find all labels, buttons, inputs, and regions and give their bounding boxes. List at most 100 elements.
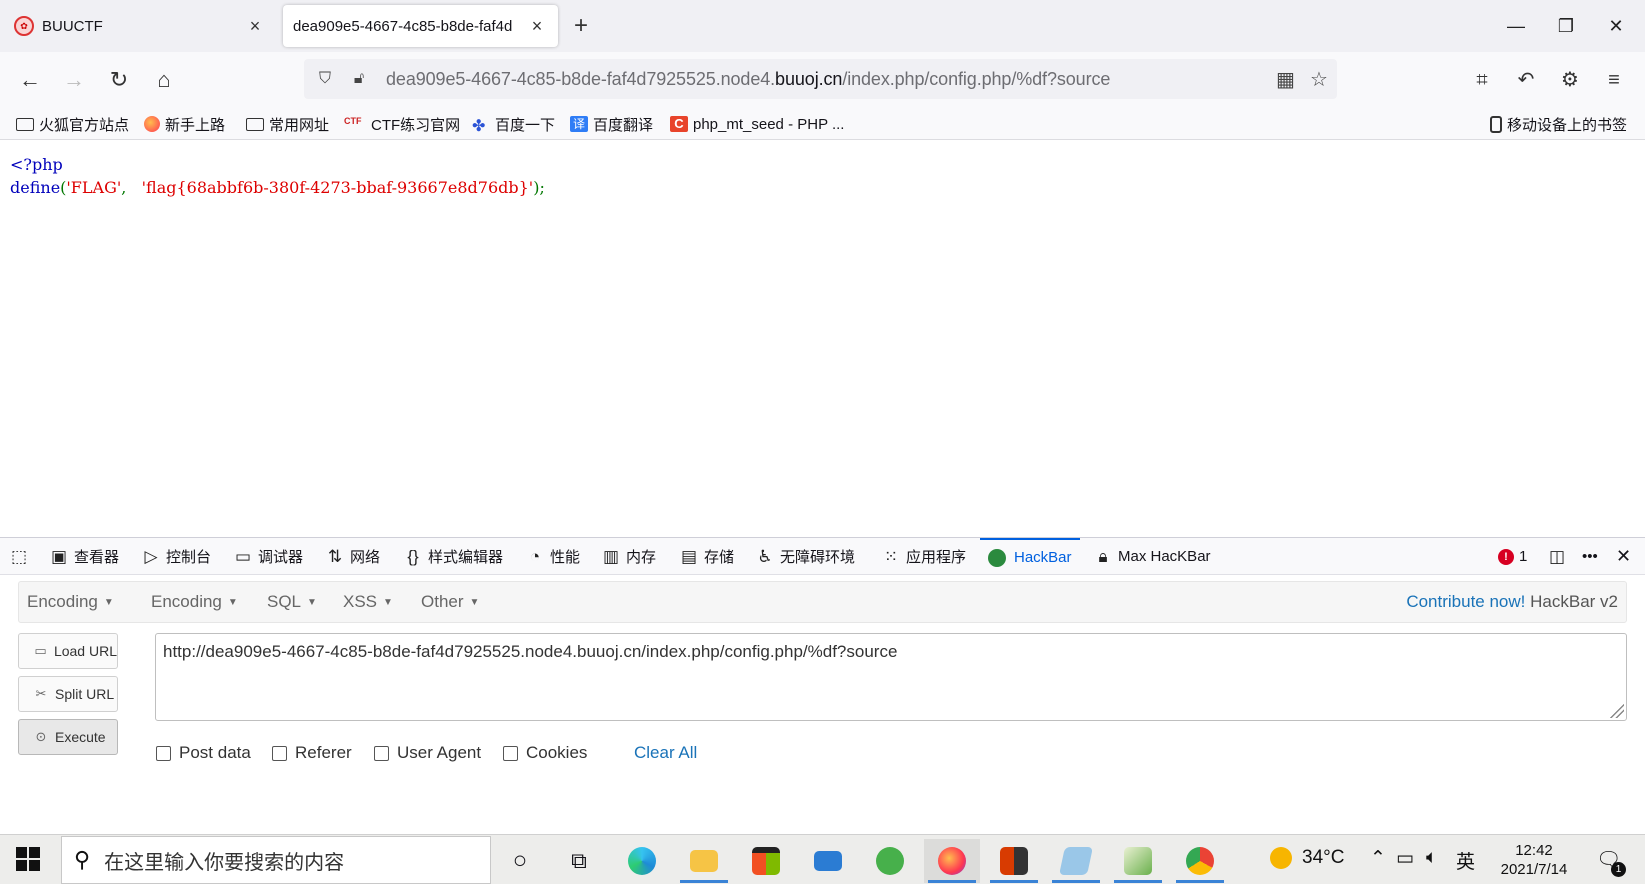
execute-button[interactable]: ⊙ Execute [18,719,118,755]
office-app-icon[interactable] [986,839,1042,883]
task-view-icon[interactable]: ⧉ [551,839,607,883]
tab-accessibility[interactable]: ♿︎ 无障碍环境 [756,538,855,575]
taskbar-search-box[interactable]: ⚲ 在这里输入你要搜索的内容 [61,836,491,884]
reload-button[interactable]: ↻ [103,64,135,96]
tab-style-editor[interactable]: {} 样式编辑器 [404,538,503,575]
error-count[interactable]: ! 1 [1498,538,1527,575]
menu-encoding[interactable]: Encoding ▼ [151,592,238,612]
close-window-button[interactable]: ✕ [1593,10,1639,42]
split-url-button[interactable]: ✂ Split URL [18,676,118,712]
menu-other[interactable]: Other ▼ [421,592,479,612]
post-data-checkbox[interactable]: Post data [156,743,251,763]
dock-side-icon[interactable]: ◫ [1548,538,1572,575]
tab-config-source[interactable]: dea909e5-4667-4c85-b8de-faf4d × [283,5,558,47]
tab-hackbar[interactable]: HackBar [980,538,1080,575]
forward-button[interactable]: → [58,64,90,96]
weather-sun-icon[interactable] [1270,847,1292,869]
checkbox-icon[interactable] [272,745,287,761]
drive-icon: ▭ [34,643,47,658]
referer-checkbox[interactable]: Referer [272,743,352,763]
tab-label: 控制台 [166,549,212,566]
tab-max-hackbar[interactable]: 🔒︎ Max HacKBar [1094,538,1210,575]
clear-all-link[interactable]: Clear All [634,743,697,763]
tab-console[interactable]: ▷ 控制台 [142,538,211,575]
notepad-icon[interactable] [1048,839,1104,883]
tab-close-icon[interactable]: × [244,16,266,37]
menu-encryption[interactable]: Encoding ▼ [27,592,114,612]
cortana-icon[interactable]: ○ [492,839,548,883]
bookmark-mobile[interactable]: 移动设备上的书签 [1490,114,1627,134]
tab-memory[interactable]: ▥ 内存 [602,538,656,575]
bookmark-baidu-translate[interactable]: 译百度翻译 [570,114,653,134]
bookmark-firefox-official[interactable]: 火狐官方站点 [16,114,129,134]
menu-xss[interactable]: XSS ▼ [343,592,393,612]
clock-date: 2021/7/14 [1500,861,1568,878]
bookmark-common-sites[interactable]: 常用网址 [246,114,329,134]
tab-title: BUUCTF [42,17,103,35]
tab-label: 网络 [350,549,381,566]
ime-indicator[interactable]: 英 [1456,847,1475,874]
load-url-button[interactable]: ▭ Load URL [18,633,118,669]
menu-label: Other [421,592,464,611]
menu-icon[interactable]: ≡ [1598,64,1630,96]
bookmark-getting-started[interactable]: 新手上路 [144,114,225,134]
tab-debugger[interactable]: ▭ 调试器 [234,538,303,575]
new-tab-button[interactable]: + [574,12,588,40]
hackbar-url-textarea[interactable]: http://dea909e5-4667-4c85-b8de-faf4d7925… [155,633,1627,721]
windows-start-icon[interactable] [16,847,40,871]
network-tray-icon[interactable]: ▭ [1396,847,1414,870]
tab-performance[interactable]: ◔ 性能 [526,538,580,575]
firefox-taskbar-icon[interactable] [924,839,980,883]
checkbox-icon[interactable] [156,745,171,761]
tab-inspector[interactable]: ▣ 查看器 [50,538,119,575]
extensions-icon[interactable]: ⚙ [1554,64,1586,96]
user-agent-checkbox[interactable]: User Agent [374,743,481,763]
qr-code-icon[interactable]: ▦ [1276,67,1295,92]
bookmark-baidu[interactable]: ✤ 百度一下 [472,114,555,136]
scissors-icon: ✂ [35,686,47,701]
contribute-link[interactable]: Contribute now! [1406,592,1525,611]
restore-button[interactable]: ❐ [1543,10,1589,42]
devtools-close-button[interactable]: ✕ [1616,538,1631,575]
home-button[interactable]: ⌂ [148,64,180,96]
checkbox-label: User Agent [397,743,482,762]
minimize-button[interactable]: — [1493,10,1539,42]
ie-browser-icon[interactable] [862,839,918,883]
url-bar[interactable]: ⛉ 🔓︎ dea909e5-4667-4c85-b8de-faf4d792552… [304,59,1337,99]
tab-buuctf[interactable]: ✿ BUUCTF × [4,5,276,47]
bookmark-ctf-practice[interactable]: CTF CTF练习官网 [344,114,460,134]
tab-label: 性能 [550,549,581,566]
insecure-lock-icon[interactable]: 🔓︎ [346,70,372,88]
mail-icon[interactable] [800,839,856,883]
shield-icon[interactable]: ⛉ [312,70,338,88]
resize-grip-icon[interactable] [1608,702,1624,718]
tab-close-icon[interactable]: × [526,16,548,37]
file-explorer-icon[interactable] [676,839,732,883]
cookies-checkbox[interactable]: Cookies [503,743,587,763]
bookmark-php-mt-seed[interactable]: Cphp_mt_seed - PHP ... [670,114,844,134]
back-button[interactable]: ← [14,64,46,96]
url-text[interactable]: dea909e5-4667-4c85-b8de-faf4d7925525.nod… [386,69,1110,90]
php-open: <?php [10,155,63,174]
menu-label: Encoding [27,592,98,611]
checkbox-icon[interactable] [503,745,518,761]
edge-icon[interactable] [614,839,670,883]
devtools-more-button[interactable]: ••• [1582,538,1598,575]
crop-screenshot-icon[interactable]: ⌗ [1466,64,1498,96]
menu-sql[interactable]: SQL ▼ [267,592,317,612]
checkbox-icon[interactable] [374,745,389,761]
paint-icon[interactable] [1110,839,1166,883]
taskbar-clock[interactable]: 12:42 2021/7/14 [1486,841,1582,879]
store-icon[interactable] [738,839,794,883]
page-content: <?php define('FLAG', 'flag{68abbf6b-380f… [0,141,1645,537]
tab-application[interactable]: ⁙ 应用程序 [882,538,966,575]
bookmark-star-icon[interactable]: ☆ [1310,67,1328,92]
element-picker-icon[interactable]: ⬚ [10,538,34,575]
volume-icon[interactable]: 🔈︎ [1426,847,1437,869]
tray-expand-icon[interactable]: ⌃ [1370,847,1386,870]
tab-network[interactable]: ⇅ 网络 [326,538,380,575]
weather-temperature[interactable]: 34°C [1302,847,1344,869]
tab-storage[interactable]: ▤ 存储 [680,538,734,575]
undo-icon[interactable]: ↶ [1510,64,1542,96]
chrome-icon[interactable] [1172,839,1228,883]
